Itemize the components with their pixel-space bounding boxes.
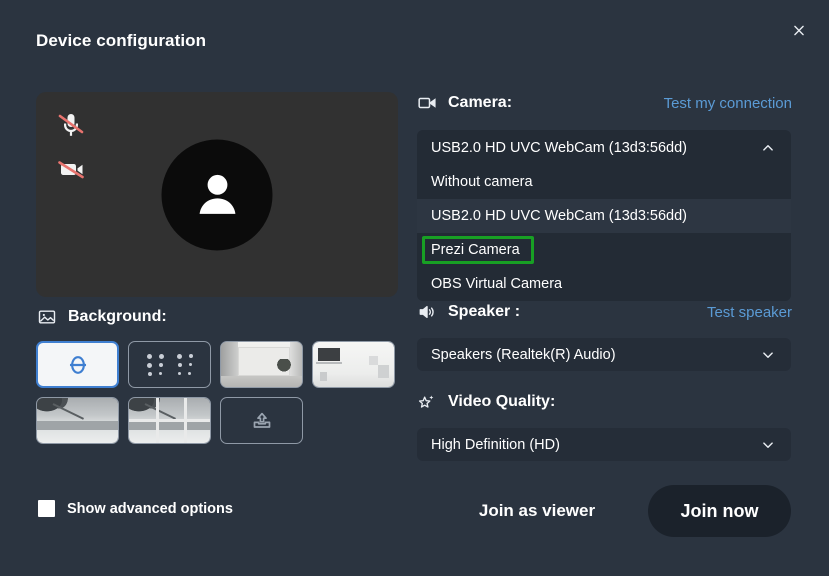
- device-configuration-dialog: Device configuration Background: Show ad…: [0, 0, 829, 576]
- sparkle-star-icon: [416, 391, 438, 413]
- background-thumb-room[interactable]: [220, 341, 303, 388]
- page-title: Device configuration: [36, 31, 207, 50]
- person-avatar-icon: [161, 139, 273, 250]
- camera-options-list: Without camera USB2.0 HD UVC WebCam (13d…: [417, 165, 791, 301]
- background-thumb-upload[interactable]: [220, 397, 303, 444]
- video-quality-label: Video Quality:: [448, 393, 556, 410]
- background-thumb-beach[interactable]: [36, 397, 119, 444]
- background-label: Background:: [68, 308, 167, 325]
- test-speaker-link[interactable]: Test speaker: [707, 304, 792, 321]
- speaker-label: Speaker :: [448, 303, 521, 320]
- background-thumb-blur[interactable]: [128, 341, 211, 388]
- close-icon[interactable]: [786, 17, 812, 43]
- chevron-down-icon: [759, 436, 777, 454]
- background-thumbnail-grid: [36, 341, 404, 444]
- camera-option-label: USB2.0 HD UVC WebCam (13d3:56dd): [431, 208, 688, 224]
- camera-option-obs-virtual-camera[interactable]: OBS Virtual Camera: [417, 267, 791, 301]
- camera-label: Camera:: [448, 94, 513, 111]
- background-section-header: Background:: [36, 306, 167, 328]
- test-my-connection-link[interactable]: Test my connection: [664, 95, 792, 112]
- chevron-up-icon: [759, 139, 777, 157]
- camera-off-icon: [54, 154, 88, 184]
- camera-option-label: Without camera: [431, 174, 533, 190]
- microphone-muted-icon: [54, 110, 88, 140]
- camera-option-usb-webcam[interactable]: USB2.0 HD UVC WebCam (13d3:56dd): [417, 199, 791, 233]
- show-advanced-options-label: Show advanced options: [67, 500, 233, 517]
- video-preview: [36, 92, 398, 297]
- join-as-viewer-button[interactable]: Join as viewer: [452, 486, 622, 536]
- camera-option-without-camera[interactable]: Without camera: [417, 165, 791, 199]
- camera-section-header: Camera: Test my connection: [416, 92, 792, 114]
- camera-option-label: Prezi Camera: [431, 242, 520, 258]
- background-thumb-none[interactable]: [36, 341, 119, 388]
- speaker-section-header: Speaker : Test speaker: [416, 301, 792, 323]
- join-now-button[interactable]: Join now: [648, 485, 791, 537]
- speaker-select-value: Speakers (Realtek(R) Audio): [431, 346, 616, 363]
- speaker-select[interactable]: Speakers (Realtek(R) Audio): [417, 338, 791, 371]
- video-camera-icon: [416, 92, 438, 114]
- image-icon: [36, 306, 58, 328]
- background-thumb-beach-window[interactable]: [128, 397, 211, 444]
- show-advanced-options-checkbox[interactable]: [38, 500, 55, 517]
- video-quality-select-value: High Definition (HD): [431, 436, 560, 453]
- video-quality-section-header: Video Quality:: [416, 391, 792, 413]
- chevron-down-icon: [759, 346, 777, 364]
- speaker-icon: [416, 301, 438, 323]
- show-advanced-options-row[interactable]: Show advanced options: [38, 500, 233, 517]
- camera-select-value: USB2.0 HD UVC WebCam (13d3:56dd): [431, 139, 688, 156]
- background-thumb-office[interactable]: [312, 341, 395, 388]
- camera-option-prezi-camera[interactable]: Prezi Camera: [417, 233, 791, 267]
- video-quality-select[interactable]: High Definition (HD): [417, 428, 791, 461]
- camera-option-label: OBS Virtual Camera: [431, 276, 563, 292]
- camera-select[interactable]: USB2.0 HD UVC WebCam (13d3:56dd): [417, 130, 791, 165]
